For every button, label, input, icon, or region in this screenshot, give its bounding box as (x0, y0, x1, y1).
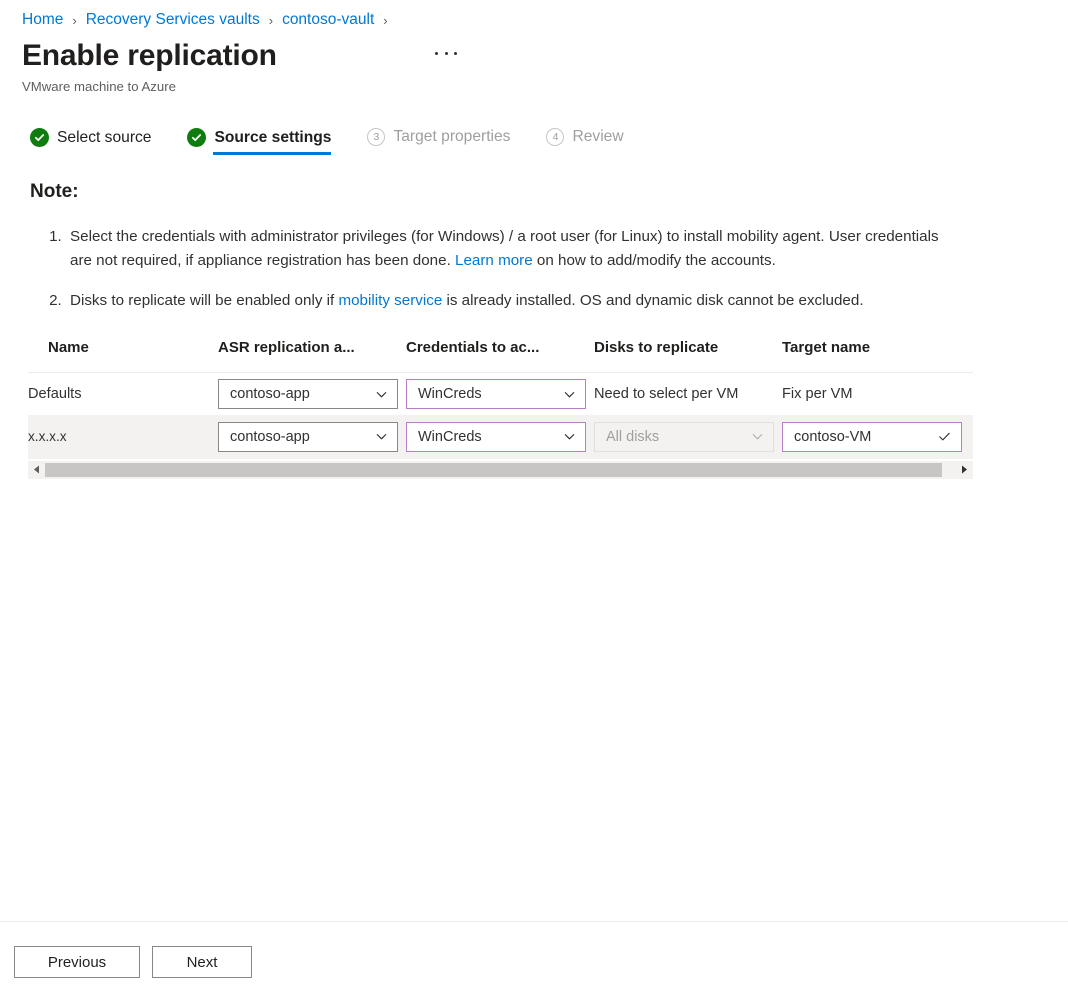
column-header-target-name: Target name (782, 339, 871, 357)
wizard-step-review[interactable]: 4 Review (546, 128, 624, 154)
scroll-right-arrow-icon[interactable] (956, 461, 973, 479)
scrollbar-track[interactable] (45, 462, 956, 477)
cell-asr-replication: contoso-app (218, 415, 406, 459)
dropdown-value: contoso-app (230, 428, 310, 445)
note-list: Select the credentials with administrato… (0, 225, 960, 313)
wizard-step-select-source[interactable]: Select source (30, 128, 151, 155)
dropdown-value: contoso-app (230, 386, 310, 403)
breadcrumb-item-home[interactable]: Home (22, 12, 63, 28)
breadcrumb: Home › Recovery Services vaults › contos… (0, 0, 1068, 30)
defaults-credentials-dropdown[interactable]: WinCreds (406, 379, 586, 410)
dropdown-value: WinCreds (418, 428, 482, 445)
cell-credentials: WinCreds (406, 373, 594, 415)
step-number-badge: 3 (367, 128, 386, 147)
column-header-credentials: Credentials to ac... (406, 339, 540, 357)
page-header: Enable replication (0, 30, 1068, 73)
chevron-down-icon (564, 434, 575, 440)
scrollbar-thumb[interactable] (45, 462, 943, 477)
column-header-name: Name (48, 339, 89, 357)
column-header-asr-replication: ASR replication a... (218, 339, 355, 357)
previous-button[interactable]: Previous (14, 946, 140, 978)
table-row-vm: x.x.x.x contoso-app WinCreds All disks c… (28, 414, 973, 459)
table-header-row: Name ASR replication a... Credentials to… (28, 339, 973, 373)
note-item: Select the credentials with administrato… (66, 225, 960, 273)
vm-credentials-dropdown[interactable]: WinCreds (406, 421, 586, 452)
note-heading: Note: (30, 181, 79, 203)
wizard-steps: Select source Source settings 3 Target p… (0, 94, 1068, 156)
breadcrumb-separator-icon: › (383, 12, 388, 28)
footer-actions: Previous Next (0, 946, 1068, 978)
vm-asr-replication-policy-dropdown[interactable]: contoso-app (218, 421, 398, 452)
dropdown-value: All disks (606, 428, 660, 445)
more-options-icon[interactable] (435, 44, 457, 62)
chevron-down-icon (376, 434, 387, 440)
wizard-step-label: Review (572, 128, 624, 146)
dropdown-value: WinCreds (418, 386, 482, 403)
scroll-left-arrow-icon[interactable] (28, 461, 45, 479)
note-text-before: Disks to replicate will be enabled only … (70, 292, 339, 310)
check-circle-icon (187, 128, 207, 148)
column-header-disks-to-replicate: Disks to replicate (594, 339, 719, 357)
breadcrumb-separator-icon: › (268, 12, 274, 28)
footer-divider (0, 921, 1068, 922)
page-subtitle: VMware machine to Azure (22, 79, 176, 95)
note-text-after: is already installed. OS and dynamic dis… (442, 292, 864, 310)
breadcrumb-item-recovery-services-vaults[interactable]: Recovery Services vaults (86, 12, 260, 28)
step-number-badge: 4 (546, 128, 565, 147)
wizard-step-label: Source settings (214, 128, 332, 146)
mobility-service-link[interactable]: mobility service (338, 292, 442, 309)
note-item: Disks to replicate will be enabled only … (66, 289, 960, 313)
table-row-defaults: Defaults contoso-app WinCreds Need to se… (28, 373, 973, 415)
cell-name: Defaults (28, 386, 82, 403)
breadcrumb-item-contoso-vault[interactable]: contoso-vault (282, 12, 374, 28)
page-title: Enable replication (22, 39, 277, 72)
cell-credentials: WinCreds (406, 415, 594, 459)
checkmark-icon (939, 433, 950, 441)
check-circle-icon (30, 128, 49, 148)
vm-target-name-input[interactable]: contoso-VM (782, 421, 962, 452)
wizard-step-target-properties[interactable]: 3 Target properties (367, 128, 510, 154)
breadcrumb-separator-icon: › (72, 12, 77, 28)
learn-more-link[interactable]: Learn more (455, 252, 533, 269)
chevron-down-icon (564, 391, 575, 398)
note-text-after: on how to add/modify the accounts. (532, 252, 776, 270)
cell-asr-replication: contoso-app (218, 373, 406, 415)
wizard-step-source-settings[interactable]: Source settings (187, 128, 332, 156)
cell-disks-to-replicate: All disks (594, 415, 782, 459)
next-button[interactable]: Next (152, 946, 252, 978)
cell-target-name: Fix per VM (782, 386, 853, 403)
vm-disks-to-replicate-dropdown: All disks (594, 421, 774, 452)
defaults-asr-replication-policy-dropdown[interactable]: contoso-app (218, 379, 398, 410)
wizard-step-label: Select source (57, 128, 152, 146)
chevron-down-icon (752, 434, 763, 440)
cell-name: x.x.x.x (28, 429, 67, 445)
cell-disks-to-replicate: Need to select per VM (594, 386, 739, 403)
chevron-down-icon (376, 391, 387, 398)
wizard-step-label: Target properties (393, 128, 511, 146)
replication-settings-table: Name ASR replication a... Credentials to… (28, 339, 973, 479)
cell-target-name: contoso-VM (782, 415, 973, 459)
horizontal-scrollbar[interactable] (28, 460, 973, 479)
input-value: contoso-VM (794, 428, 872, 445)
